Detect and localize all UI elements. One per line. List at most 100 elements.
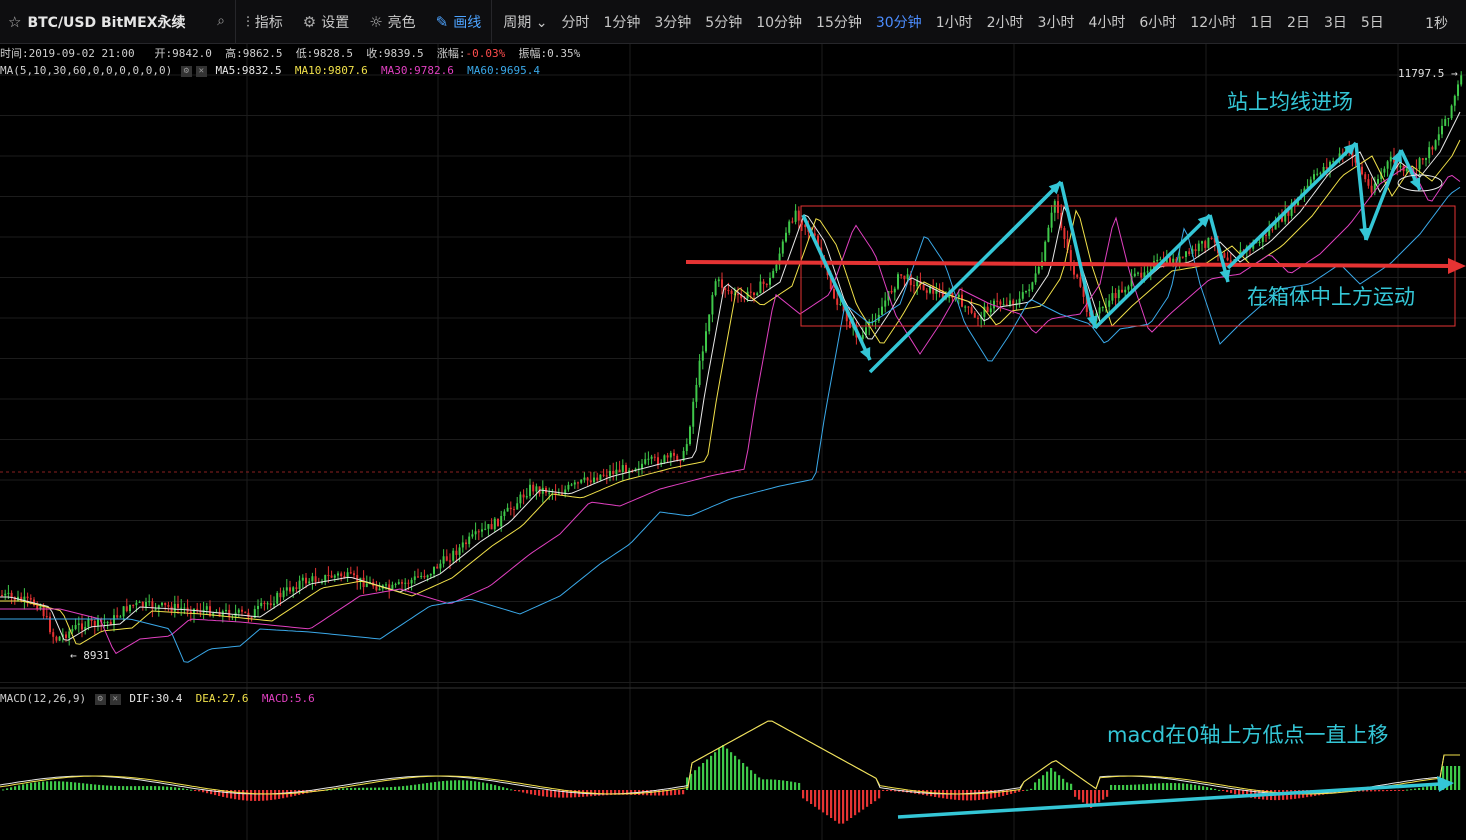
candle-body xyxy=(1431,147,1434,150)
macd-bar xyxy=(1150,783,1153,790)
macd-bar xyxy=(98,784,101,790)
info-change-label: 涨幅: xyxy=(436,47,466,60)
candle-body xyxy=(1047,227,1050,242)
candle-body xyxy=(305,577,307,584)
chart-canvas[interactable] xyxy=(0,0,1466,840)
period-tab[interactable]: 4小时 xyxy=(1081,12,1132,32)
candle-body xyxy=(301,577,304,581)
period-tab[interactable]: 2日 xyxy=(1280,12,1317,32)
draw-line-button[interactable]: ✎ 画线 xyxy=(426,0,492,44)
macd-bar xyxy=(858,790,861,813)
candle-body xyxy=(490,524,493,530)
macd-bar xyxy=(1034,782,1037,790)
indicator-button[interactable]: ⫶ 指标 xyxy=(236,0,293,44)
candle-body xyxy=(465,542,467,545)
ma5-value: MA5:9832.5 xyxy=(215,64,282,77)
period-tab[interactable]: 3小时 xyxy=(1031,12,1082,32)
period-tab[interactable]: 3日 xyxy=(1317,12,1354,32)
macd-bar xyxy=(154,786,157,790)
macd-bar xyxy=(346,788,349,790)
macd-bar xyxy=(90,784,93,790)
candle-body xyxy=(180,607,183,609)
period-dropdown[interactable]: 周期 ⌄ xyxy=(496,12,554,32)
period-tab[interactable]: 分时 xyxy=(554,12,596,32)
top-toolbar: ☆ BTC/USD BitMEX永续 ⌕ ⫶ 指标 ⚙ 设置 ☼ 亮色 ✎ 画线 周期 … xyxy=(0,0,1466,44)
candle-body xyxy=(87,619,90,627)
macd-bar xyxy=(846,790,849,821)
period-tab[interactable]: 12小时 xyxy=(1183,12,1243,32)
candle-body xyxy=(612,470,615,475)
period-tab[interactable]: 1日 xyxy=(1243,12,1280,32)
candle-body xyxy=(1437,134,1440,141)
candle-body xyxy=(1332,161,1335,163)
macd-settings-icon[interactable]: ⚙ xyxy=(94,693,106,705)
candle-body xyxy=(721,279,723,288)
macd-bar xyxy=(1030,788,1033,790)
candle-body xyxy=(957,294,960,298)
period-tab[interactable]: 2小时 xyxy=(980,12,1031,32)
macd-bar xyxy=(502,787,505,790)
macd-bar xyxy=(1214,788,1217,790)
candle-body xyxy=(135,602,138,606)
macd-bar xyxy=(434,781,437,790)
candle-body xyxy=(276,592,279,604)
macd-bar xyxy=(1198,785,1201,790)
star-icon[interactable]: ☆ xyxy=(8,13,21,31)
candle-body xyxy=(273,603,275,606)
search-icon[interactable]: ⌕ xyxy=(217,13,225,29)
macd-bar xyxy=(1406,789,1409,791)
last-price-label: 11797.5 → xyxy=(1398,67,1458,80)
candle-body xyxy=(797,210,800,221)
indicator-icon: ⫶ xyxy=(246,12,250,31)
macd-bar xyxy=(1206,787,1209,790)
candle-body xyxy=(1005,304,1008,306)
period-tab[interactable]: 30分钟 xyxy=(869,12,929,32)
period-tab[interactable]: 10分钟 xyxy=(749,12,809,32)
macd-bar xyxy=(1122,784,1125,790)
candle-body xyxy=(461,542,464,548)
period-tab[interactable]: 3分钟 xyxy=(647,12,698,32)
period-tab[interactable]: 6小时 xyxy=(1132,12,1183,32)
macd-bar xyxy=(534,790,537,796)
candle-body xyxy=(1181,256,1184,258)
settings-button[interactable]: ⚙ 设置 xyxy=(293,0,359,44)
candle-body xyxy=(519,494,522,504)
candle-body xyxy=(861,335,864,339)
macd-close-icon[interactable]: ✕ xyxy=(109,693,121,705)
candle-body xyxy=(106,621,109,623)
macd-bar xyxy=(430,782,433,790)
macd-bar xyxy=(970,790,973,801)
macd-bar xyxy=(1458,766,1461,790)
candle-body xyxy=(311,576,314,582)
macd-bar xyxy=(1050,768,1053,790)
ma-settings-icon[interactable]: ⚙ xyxy=(180,65,192,77)
macd-bar xyxy=(1110,784,1113,790)
macd-bar xyxy=(1382,790,1385,792)
candle-body xyxy=(996,300,999,302)
macd-bar xyxy=(1374,790,1377,792)
macd-bar xyxy=(270,790,273,801)
macd-bar xyxy=(186,788,189,790)
symbol-selector[interactable]: ☆ BTC/USD BitMEX永续 ⌕ xyxy=(0,0,236,44)
macd-bar xyxy=(1062,778,1065,790)
period-tab[interactable]: 15分钟 xyxy=(809,12,869,32)
period-tab[interactable]: 1小时 xyxy=(929,12,980,32)
candle-body xyxy=(113,615,115,626)
macd-bar xyxy=(386,787,389,790)
candle-body xyxy=(1057,201,1059,213)
candle-body xyxy=(573,482,576,485)
candle-body xyxy=(586,477,589,481)
light-theme-button[interactable]: ☼ 亮色 xyxy=(359,0,425,44)
macd-bar xyxy=(34,782,37,790)
ma-close-icon[interactable]: ✕ xyxy=(195,65,207,77)
macd-bar xyxy=(218,790,221,797)
macd-bar xyxy=(1018,790,1021,792)
candle-body xyxy=(74,625,77,630)
macd-bar xyxy=(506,788,509,790)
period-1s[interactable]: 1秒 xyxy=(1425,13,1448,33)
period-tab[interactable]: 5日 xyxy=(1354,12,1391,32)
period-tab[interactable]: 1分钟 xyxy=(596,12,647,32)
candle-body xyxy=(618,469,621,472)
candle-body xyxy=(657,457,659,465)
period-tab[interactable]: 5分钟 xyxy=(698,12,749,32)
